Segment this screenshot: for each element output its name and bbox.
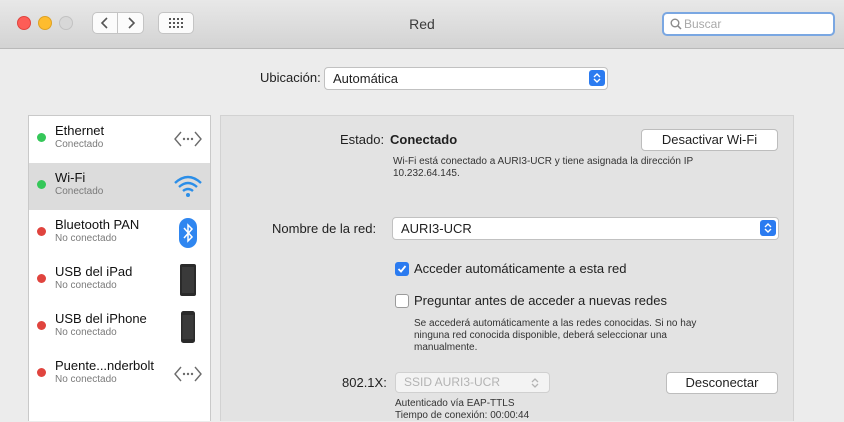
service-item-usb-iphone[interactable]: USB del iPhone No conectado (29, 304, 210, 351)
chevron-left-icon (100, 17, 108, 29)
disconnect-button[interactable]: Desconectar (666, 372, 778, 394)
zoom-button[interactable] (59, 16, 73, 30)
ask-join-description: Se accederá automáticamente a las redes … (414, 318, 697, 353)
service-name: USB del iPhone (55, 311, 147, 326)
network-name-select[interactable]: AURI3-UCR (392, 217, 779, 240)
search-icon (670, 18, 682, 30)
location-select[interactable]: Automática (324, 67, 608, 90)
service-item-ethernet[interactable]: Ethernet Conectado (29, 116, 210, 163)
auth-info: Autenticado vía EAP-TTLS Tiempo de conex… (395, 398, 530, 421)
ask-join-label[interactable]: Preguntar antes de acceder a nuevas rede… (414, 293, 667, 308)
service-status: Conectado (55, 186, 104, 197)
service-item-bluetooth-pan[interactable]: Bluetooth PAN No conectado (29, 210, 210, 257)
status-dot (37, 274, 46, 283)
network-name-value: AURI3-UCR (401, 221, 472, 236)
network-preferences-window: Red Ubicación: Automática Ethernet Conec… (0, 0, 844, 421)
auto-join-label[interactable]: Acceder automáticamente a esta red (414, 261, 626, 276)
location-label: Ubicación: (260, 70, 321, 85)
dot1x-label: 802.1X: (342, 375, 387, 390)
service-name: Bluetooth PAN (55, 217, 140, 232)
bluetooth-icon (172, 217, 204, 249)
ipad-icon (172, 264, 204, 296)
updown-arrows-icon (531, 378, 539, 388)
search-field[interactable] (662, 12, 835, 36)
updown-arrows-icon (589, 70, 605, 86)
updown-arrows-icon (760, 220, 776, 236)
network-name-label: Nombre de la red: (272, 221, 377, 236)
service-status: No conectado (55, 327, 117, 338)
grid-icon (169, 18, 183, 28)
title-bar: Red (0, 0, 844, 49)
search-input[interactable] (682, 16, 826, 32)
status-dot (37, 133, 46, 142)
iphone-icon (172, 311, 204, 343)
service-status: No conectado (55, 233, 117, 244)
location-value: Automática (333, 71, 399, 86)
status-dot (37, 180, 46, 189)
service-name: Ethernet (55, 123, 105, 138)
status-dot (37, 321, 46, 330)
close-button[interactable] (17, 16, 31, 30)
service-status: Conectado (55, 139, 104, 150)
status-dot (37, 227, 46, 236)
chevron-right-icon (127, 17, 135, 29)
status-dot (37, 368, 46, 377)
service-list: Ethernet Conectado Wi-Fi Conectado Bluet… (28, 115, 211, 421)
show-all-button[interactable] (158, 12, 194, 34)
minimize-button[interactable] (38, 16, 52, 30)
toggle-wifi-button[interactable]: Desactivar Wi-Fi (641, 129, 778, 151)
status-value: Conectado (390, 132, 458, 147)
service-name: USB del iPad (55, 264, 133, 279)
arrows-icon (172, 123, 204, 155)
service-item-wifi[interactable]: Wi-Fi Conectado (29, 163, 210, 210)
arrows-icon (172, 358, 204, 390)
wifi-icon (172, 170, 204, 202)
service-item-thunderbolt-bridge[interactable]: Puente...nderbolt No conectado (29, 351, 210, 398)
service-name: Puente...nderbolt (55, 358, 155, 373)
service-status: No conectado (55, 374, 117, 385)
ask-join-checkbox[interactable] (395, 294, 409, 308)
back-button[interactable] (92, 12, 118, 34)
service-item-usb-ipad[interactable]: USB del iPad No conectado (29, 257, 210, 304)
auto-join-checkbox[interactable] (395, 262, 409, 276)
forward-button[interactable] (118, 12, 144, 34)
checkmark-icon (397, 265, 407, 273)
status-label: Estado: (340, 132, 385, 147)
status-description: Wi-Fi está conectado a AURI3-UCR y tiene… (393, 156, 694, 179)
dot1x-profile-select: SSID AURI3-UCR (395, 372, 550, 393)
service-status: No conectado (55, 280, 117, 291)
service-name: Wi-Fi (55, 170, 86, 185)
dot1x-value: SSID AURI3-UCR (404, 375, 501, 389)
